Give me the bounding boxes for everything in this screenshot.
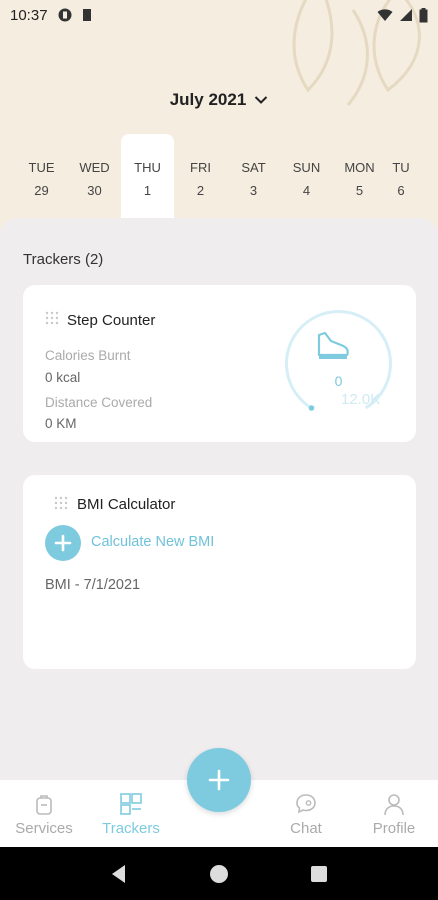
status-right (377, 7, 428, 23)
back-triangle-icon[interactable] (109, 863, 129, 885)
day-wed[interactable]: WED 30 (68, 134, 121, 218)
day-mon[interactable]: MON 5 (333, 134, 386, 218)
trackers-heading: Trackers (2) (23, 251, 104, 268)
month-label: July 2021 (169, 90, 247, 109)
calories-label: Calories Burnt (45, 348, 131, 363)
distance-value: 0 KM (45, 416, 77, 431)
drag-handle-icon[interactable] (45, 311, 59, 325)
day-of-week: SAT (241, 160, 266, 175)
calculate-bmi-link[interactable]: Calculate New BMI (91, 534, 214, 550)
day-number: 6 (397, 183, 405, 198)
day-of-week: TUE (28, 160, 55, 175)
day-tue-next[interactable]: TU 6 (386, 134, 416, 218)
nav-services-label: Services (15, 820, 73, 837)
day-of-week: THU (134, 160, 161, 175)
calories-value: 0 kcal (45, 370, 81, 385)
nav-chat[interactable]: Chat (262, 792, 350, 837)
month-selector[interactable]: July 2021 (0, 90, 438, 110)
day-fri[interactable]: FRI 2 (174, 134, 227, 218)
day-number: 30 (87, 183, 102, 198)
day-number: 4 (302, 183, 311, 198)
plus-icon (54, 534, 72, 552)
nav-trackers[interactable]: Trackers (87, 792, 175, 837)
day-tue[interactable]: TUE 29 (15, 134, 68, 218)
nav-chat-label: Chat (290, 820, 322, 837)
day-number: 3 (249, 183, 258, 198)
nav-profile-label: Profile (372, 820, 416, 837)
day-number: 5 (355, 183, 364, 198)
day-number: 1 (143, 183, 152, 198)
day-of-week: TU (392, 160, 410, 175)
bmi-calculator-title: BMI Calculator (77, 496, 176, 513)
steps-value: 0 (334, 373, 343, 389)
sd-card-icon (82, 9, 91, 21)
signal-icon (400, 9, 412, 21)
steps-goal: 12.0K (341, 391, 381, 408)
step-gauge: 0 12.0K (281, 305, 396, 420)
gauge-progress-dot (308, 405, 315, 411)
bmi-history-entry[interactable]: BMI - 7/1/2021 (45, 577, 140, 593)
home-circle-icon[interactable] (208, 863, 230, 885)
trackers-panel: Trackers (2) Step Counter Calories Burnt… (0, 218, 438, 788)
chevron-down-icon (255, 96, 268, 104)
profile-person-icon (384, 794, 404, 816)
drag-handle-icon[interactable] (54, 496, 68, 510)
bmi-calculator-card[interactable]: BMI Calculator Calculate New BMI BMI - 7… (23, 475, 416, 669)
status-time: 10:37 (10, 6, 48, 24)
battery-icon (419, 7, 428, 22)
status-bar: 10:37 (0, 0, 438, 30)
nav-trackers-label: Trackers (102, 820, 160, 837)
day-number: 2 (196, 183, 205, 198)
day-strip: TUE 29 WED 30 THU 1 FRI 2 SAT 3 SUN 4 MO… (15, 134, 416, 218)
day-thu-selected[interactable]: THU 1 (121, 134, 174, 218)
chat-bubble-icon (296, 794, 316, 814)
calculate-bmi-button[interactable] (45, 525, 81, 561)
system-navigation-bar (0, 847, 438, 900)
day-number: 29 (34, 183, 49, 198)
wifi-icon (377, 9, 393, 21)
plus-icon (208, 769, 230, 791)
day-of-week: MON (344, 160, 375, 175)
services-bag-icon (36, 795, 52, 815)
nav-profile[interactable]: Profile (350, 792, 438, 837)
nav-services[interactable]: Services (0, 792, 88, 837)
day-of-week: FRI (190, 160, 211, 175)
shoe-icon (317, 331, 349, 359)
day-sat[interactable]: SAT 3 (227, 134, 280, 218)
add-tracker-fab[interactable] (187, 748, 251, 812)
day-of-week: SUN (292, 160, 321, 175)
day-of-week: WED (79, 160, 110, 175)
step-counter-title: Step Counter (67, 312, 156, 329)
trackers-grid-icon (120, 793, 142, 815)
app-notification-icon (58, 8, 72, 22)
step-counter-card[interactable]: Step Counter Calories Burnt 0 kcal Dista… (23, 285, 416, 442)
day-sun[interactable]: SUN 4 (280, 134, 333, 218)
recents-square-icon[interactable] (309, 864, 329, 884)
distance-label: Distance Covered (45, 395, 153, 410)
